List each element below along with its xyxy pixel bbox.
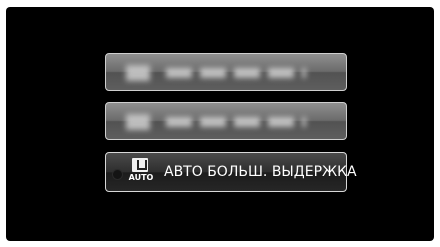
menu-item-label: АВТО БОЛЬШ. ВЫДЕРЖКА bbox=[164, 164, 357, 180]
menu-item-1-label bbox=[166, 68, 306, 78]
auto-caption: AUTO bbox=[128, 173, 154, 182]
menu-item-2-icon bbox=[126, 114, 150, 130]
camera-menu-screen: AUTO АВТО БОЛЬШ. ВЫДЕРЖКА bbox=[6, 7, 434, 241]
menu-item-2-label bbox=[166, 117, 306, 127]
menu-item-1-icon bbox=[126, 65, 150, 81]
slow-shutter-auto-icon: AUTO bbox=[128, 158, 154, 186]
selection-bullet-icon bbox=[112, 169, 123, 180]
menu-item-auto-slow-shutter[interactable]: AUTO АВТО БОЛЬШ. ВЫДЕРЖКА bbox=[105, 152, 357, 192]
menu-item-2[interactable] bbox=[105, 102, 347, 140]
menu-item-1[interactable] bbox=[105, 53, 347, 91]
slow-shutter-glyph bbox=[132, 158, 148, 172]
